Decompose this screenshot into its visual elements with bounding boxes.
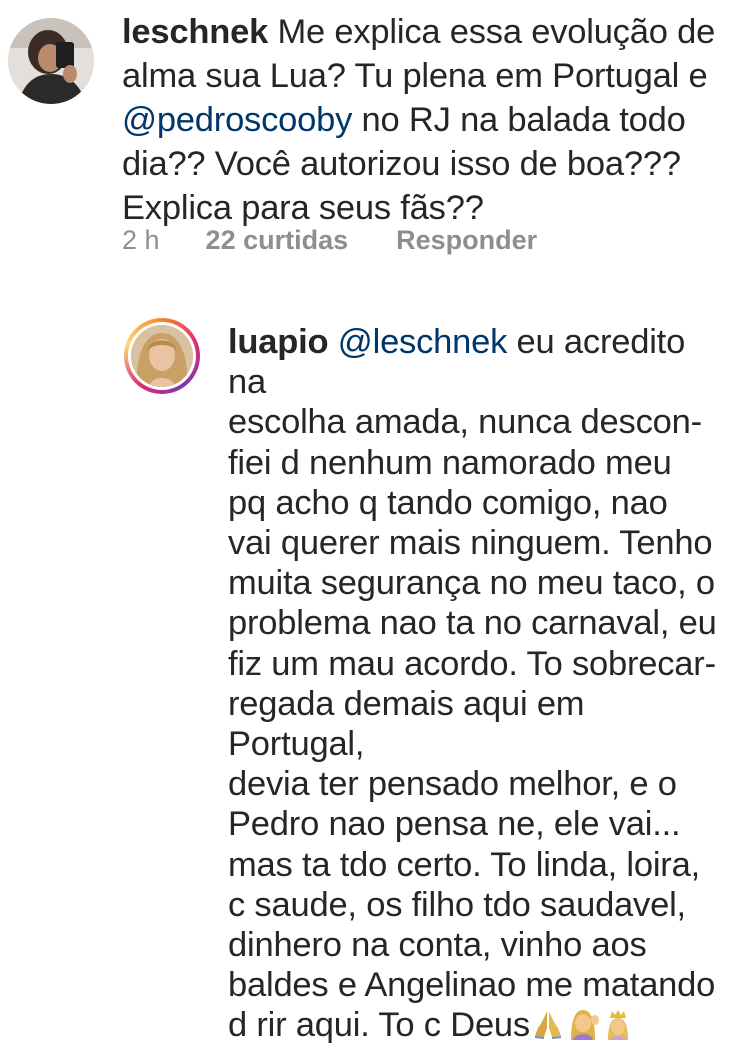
woman-tipping-hand-icon [566, 1008, 600, 1049]
reply-line: dinhero na conta, vinho aos [228, 926, 647, 965]
leschnek-avatar[interactable] [8, 18, 94, 104]
reply-line: vai querer mais ninguem. Tenho [228, 524, 713, 563]
comment-item: leschnek Me explica essa evolução de alm… [0, 0, 750, 270]
comment-meta: 2 h 22 curtidas Responder [122, 222, 537, 258]
reply-line: pq acho q tando comigo, nao [228, 483, 668, 522]
comment-text: leschnek Me explica essa evolução de alm… [122, 10, 722, 230]
luapio-avatar[interactable] [128, 322, 196, 390]
likes-count[interactable]: 22 curtidas [206, 222, 349, 258]
reply-line: escolha amada, nunca descon- [228, 403, 702, 442]
avatar-photo [8, 18, 94, 104]
reply-line: fiei d nenhum namorado meu [228, 443, 672, 482]
reply-username[interactable]: luapio [228, 323, 329, 361]
reply-line: devia ter pensado melhor, e o [228, 765, 677, 804]
comment-time: 2 h [122, 225, 160, 255]
mention-link[interactable]: @leschnek [338, 323, 508, 361]
reply-line: muita segurança no meu taco, o [228, 564, 715, 603]
reply-item: luapio @leschnek eu acredito na escolha … [0, 300, 750, 1044]
person-with-crown-icon [602, 1008, 634, 1049]
comment-username[interactable]: leschnek [122, 13, 268, 51]
reply-line: problema nao ta no carnaval, eu [228, 604, 717, 643]
folded-hands-icon [532, 1008, 564, 1049]
reply-line: baldes e Angelinao me matando [228, 966, 716, 1005]
reply-line: Pedro nao pensa ne, ele vai... [228, 805, 681, 844]
reply-button[interactable]: Responder [396, 222, 537, 258]
avatar-photo [131, 325, 193, 387]
reply-line: mas ta tdo certo. To linda, loira, [228, 845, 700, 884]
reply-text: luapio @leschnek eu acredito na escolha … [228, 322, 728, 1050]
reply-line: fiz um mau acordo. To sobrecar- [228, 644, 716, 683]
mention-link[interactable]: @pedroscooby [122, 101, 352, 139]
story-ring[interactable] [124, 318, 200, 394]
reply-line: d rir aqui. To c Deus [228, 1006, 530, 1045]
reply-line: regada demais aqui em Portugal, [228, 684, 585, 764]
reply-line: c saude, os filho tdo saudavel, [228, 885, 686, 924]
